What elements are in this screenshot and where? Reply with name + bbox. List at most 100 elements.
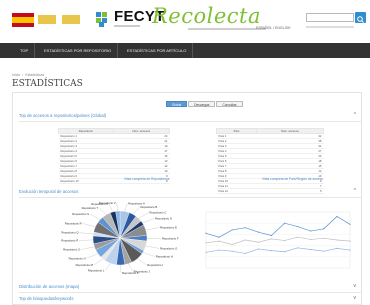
line-point[interactable] bbox=[218, 240, 220, 242]
ministry-logo-secondary bbox=[62, 15, 80, 24]
nav-item-stats-by-repository[interactable]: ESTADÍSTICAS POR REPOSITORIO bbox=[38, 43, 119, 58]
expand-icon[interactable]: v bbox=[354, 283, 357, 289]
line-point[interactable] bbox=[270, 238, 273, 240]
pie-slice-label: Repositorio F bbox=[162, 236, 179, 240]
search-hint bbox=[306, 26, 354, 28]
table-cell-label: Repositorio 10 bbox=[58, 178, 114, 184]
section-keywords-header[interactable]: Top de búsquedas/keywords v bbox=[19, 295, 362, 305]
breadcrumb-home[interactable]: Inicio bbox=[12, 73, 20, 77]
pie-leader-line bbox=[142, 252, 155, 257]
collapse-icon[interactable]: ^ bbox=[354, 188, 356, 194]
pie-slice-label: Repositorio Q bbox=[61, 231, 79, 235]
nav-item-top[interactable]: TOP bbox=[14, 43, 36, 58]
line-point[interactable] bbox=[283, 222, 286, 224]
main-nav: TOP ESTADÍSTICAS POR REPOSITORIO ESTADÍS… bbox=[0, 43, 370, 58]
stats-tabs: Global Descargas Consultas bbox=[166, 101, 243, 107]
line-point[interactable] bbox=[297, 225, 299, 228]
line-point[interactable] bbox=[283, 251, 286, 253]
collapse-icon[interactable]: ^ bbox=[354, 112, 356, 118]
pie-leader-line bbox=[90, 213, 101, 220]
line-point[interactable] bbox=[244, 239, 246, 241]
pie-leader-line bbox=[99, 207, 107, 215]
recolecta-logo[interactable]: Recolecta bbox=[152, 4, 261, 28]
recolecta-tagline bbox=[188, 28, 266, 30]
access-line-chart bbox=[205, 211, 351, 269]
tab-queries[interactable]: Consultas bbox=[216, 101, 243, 107]
breadcrumb: Inicio › Estadísticas bbox=[12, 73, 45, 77]
line-point[interactable] bbox=[336, 247, 338, 249]
line-point[interactable] bbox=[218, 236, 220, 238]
pie-leader-line bbox=[93, 258, 103, 266]
line-point[interactable] bbox=[257, 248, 259, 250]
line-point[interactable] bbox=[244, 252, 246, 255]
pie-slice-label: Repositorio H bbox=[156, 255, 173, 259]
line-point[interactable] bbox=[310, 230, 312, 232]
line-point[interactable] bbox=[323, 228, 325, 230]
line-point[interactable] bbox=[231, 243, 233, 246]
line-point[interactable] bbox=[336, 215, 338, 218]
line-point[interactable] bbox=[244, 227, 246, 229]
pie-slice-label: Repositorio E bbox=[160, 226, 177, 230]
repositories-full-link[interactable]: Vista completa de Repositorios bbox=[124, 177, 169, 181]
line-point[interactable] bbox=[310, 248, 312, 251]
line-point[interactable] bbox=[270, 234, 273, 237]
pie-leader-line bbox=[137, 258, 147, 265]
pie-leader-line bbox=[145, 227, 160, 231]
line-point[interactable] bbox=[205, 232, 207, 234]
tab-global[interactable]: Global bbox=[166, 101, 188, 107]
line-point[interactable] bbox=[323, 250, 325, 252]
line-point[interactable] bbox=[205, 242, 207, 244]
countries-full-link[interactable]: Vista completa de País/Región de acceso bbox=[262, 177, 323, 181]
pie-leader-line bbox=[116, 203, 118, 212]
line-point[interactable] bbox=[349, 240, 351, 242]
page-title: ESTADÍSTICAS bbox=[12, 79, 83, 89]
line-point[interactable] bbox=[323, 237, 325, 239]
ministry-logo bbox=[38, 15, 56, 24]
pie-leader-line bbox=[109, 204, 114, 213]
pie-slice-label: Repositorio T bbox=[82, 206, 99, 210]
line-point[interactable] bbox=[297, 236, 299, 238]
countries-table: País Núm. accesos País 1 42 País 2 38 País 3… bbox=[216, 128, 325, 194]
line-point[interactable] bbox=[349, 249, 351, 251]
fecyt-tagline bbox=[114, 25, 140, 27]
line-point[interactable] bbox=[297, 247, 299, 249]
line-point[interactable] bbox=[257, 241, 259, 243]
expand-icon[interactable]: v bbox=[354, 295, 357, 301]
line-point[interactable] bbox=[231, 229, 233, 231]
pie-slice-label: Repositorio V bbox=[99, 201, 116, 205]
pie-slice-label: Repositorio S bbox=[72, 212, 89, 216]
pie-slice-label: Repositorio O bbox=[63, 247, 81, 251]
search-icon bbox=[357, 16, 364, 23]
pie-leader-line bbox=[124, 203, 128, 212]
nav-item-stats-by-article[interactable]: ESTADÍSTICAS POR ARTÍCULO bbox=[121, 43, 194, 58]
line-point[interactable] bbox=[283, 239, 286, 242]
pie-slice-label: Repositorio I bbox=[147, 263, 163, 267]
section-keywords-title: Top de búsquedas/keywords bbox=[19, 296, 74, 301]
search-input[interactable] bbox=[306, 13, 354, 22]
language-switch[interactable]: ESPAÑOL / ENGLISH bbox=[256, 26, 290, 30]
line-point[interactable] bbox=[257, 231, 259, 233]
tab-downloads[interactable]: Descargas bbox=[188, 101, 216, 107]
pie-slice-label: Repositorio G bbox=[160, 246, 177, 250]
line-point[interactable] bbox=[218, 249, 220, 251]
pie-leader-line bbox=[105, 263, 111, 271]
section-evolution-header[interactable]: Evolución temporal de accesos ^ bbox=[19, 188, 362, 198]
line-point[interactable] bbox=[205, 251, 207, 253]
line-point[interactable] bbox=[270, 250, 273, 252]
pie-leader-line bbox=[79, 232, 94, 235]
line-point[interactable] bbox=[231, 250, 233, 252]
pie-leader-line bbox=[79, 239, 94, 241]
access-pie-chart: Repositorio ARepositorio BRepositorio CR… bbox=[61, 201, 179, 275]
line-point[interactable] bbox=[336, 239, 338, 241]
pie-leader-line bbox=[86, 253, 99, 259]
line-point[interactable] bbox=[349, 223, 351, 225]
spain-flag-logo bbox=[12, 13, 34, 27]
section-distribution-header[interactable]: Distribución de accesos (mapa) v bbox=[19, 283, 362, 293]
pie-slice-label: Repositorio K bbox=[122, 271, 139, 275]
section-evolution-title: Evolución temporal de accesos bbox=[19, 189, 79, 194]
pie-slice-label: Repositorio B bbox=[140, 205, 157, 209]
pie-slice-label: Repositorio L bbox=[88, 269, 105, 273]
section-top-header[interactable]: Top de accesos a repositorios/países (Gl… bbox=[19, 112, 362, 122]
line-point[interactable] bbox=[310, 238, 312, 241]
search-button[interactable] bbox=[355, 12, 366, 23]
